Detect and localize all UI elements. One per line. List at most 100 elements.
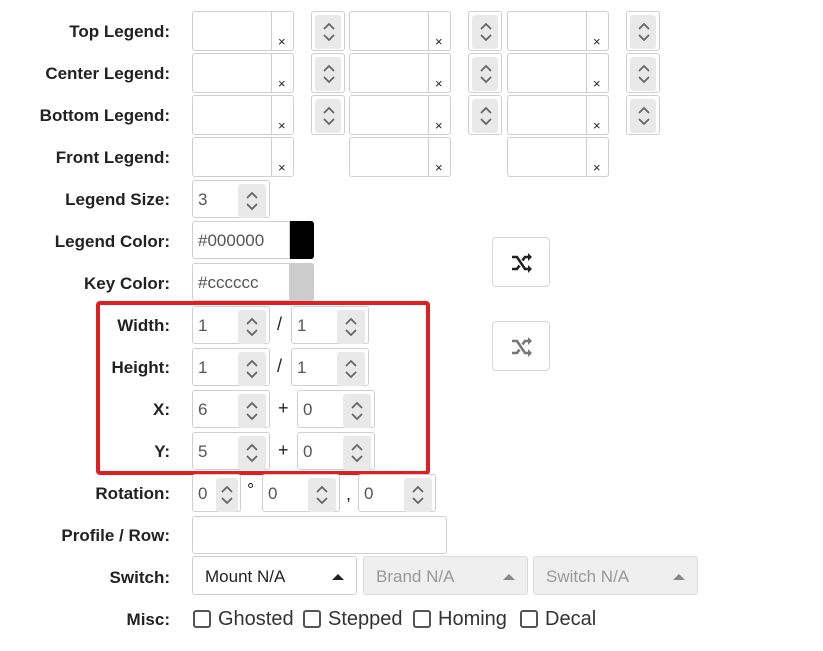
center-legend-label: Center Legend: xyxy=(45,64,170,83)
checkbox-stepped[interactable] xyxy=(303,610,321,628)
rotation-comma: , xyxy=(346,484,352,504)
center-legend-input-3[interactable] xyxy=(507,53,587,93)
spinner-icon[interactable] xyxy=(472,15,498,49)
spinner-icon[interactable] xyxy=(630,15,656,49)
spinner-icon[interactable] xyxy=(238,352,266,386)
x-offset-input[interactable]: 0 xyxy=(297,390,375,428)
spinner-icon[interactable] xyxy=(630,99,656,133)
clear-button[interactable]: × xyxy=(429,95,451,135)
spinner-icon[interactable] xyxy=(238,310,266,344)
spinner-icon[interactable] xyxy=(337,310,365,344)
height-input[interactable]: 1 xyxy=(192,348,270,386)
shuffle-icon xyxy=(512,253,532,273)
switch-mount-select[interactable]: Mount N/A xyxy=(192,556,357,595)
legend-color-swatch[interactable] xyxy=(290,221,314,259)
spinner-icon[interactable] xyxy=(472,99,498,133)
checkbox-decal[interactable] xyxy=(520,610,538,628)
bottom-legend-input-1[interactable] xyxy=(192,95,272,135)
rotation-angle-input[interactable]: 0 xyxy=(192,474,241,512)
profile-row-input[interactable] xyxy=(192,516,447,554)
rotation-x-input[interactable]: 0 xyxy=(262,474,340,512)
clear-button[interactable]: × xyxy=(429,137,451,177)
front-legend-input-2[interactable] xyxy=(349,137,429,177)
rotation-label: Rotation: xyxy=(95,484,170,503)
x-separator: + xyxy=(278,398,289,418)
front-legend-input-1[interactable] xyxy=(192,137,272,177)
spinner-icon[interactable] xyxy=(238,394,266,428)
front-legend-label: Front Legend: xyxy=(55,148,170,167)
clear-button[interactable]: × xyxy=(587,137,609,177)
spinner-icon[interactable] xyxy=(404,478,432,512)
center-legend-input-1[interactable] xyxy=(192,53,272,93)
width-secondary-input[interactable]: 1 xyxy=(291,306,369,344)
spinner-icon[interactable] xyxy=(630,57,656,91)
clear-button[interactable]: × xyxy=(272,11,294,51)
spinner-icon[interactable] xyxy=(216,478,238,512)
switch-type-select[interactable]: Switch N/A xyxy=(533,556,698,595)
misc-label: Misc: xyxy=(126,610,170,629)
spinner-icon[interactable] xyxy=(238,436,266,470)
width-input[interactable]: 1 xyxy=(192,306,270,344)
bottom-legend-size-spinner-1[interactable] xyxy=(311,95,345,135)
y-offset-value: 0 xyxy=(303,442,313,461)
clear-button[interactable]: × xyxy=(587,53,609,93)
spinner-icon[interactable] xyxy=(315,99,341,133)
spinner-icon[interactable] xyxy=(343,394,371,428)
key-color-input[interactable]: #cccccc xyxy=(192,263,290,301)
checkbox-label: Stepped xyxy=(328,608,403,630)
randomize-size-button[interactable] xyxy=(492,321,550,371)
checkbox-ghosted[interactable] xyxy=(193,610,211,628)
top-legend-input-1[interactable] xyxy=(192,11,272,51)
bottom-legend-size-spinner-3[interactable] xyxy=(626,95,660,135)
legend-color-value: #000000 xyxy=(198,231,265,250)
clear-button[interactable]: × xyxy=(272,95,294,135)
key-color-swatch[interactable] xyxy=(290,263,314,301)
bottom-legend-input-3[interactable] xyxy=(507,95,587,135)
clear-button[interactable]: × xyxy=(272,137,294,177)
width-secondary-value: 1 xyxy=(297,316,307,335)
clear-button[interactable]: × xyxy=(587,95,609,135)
y-input[interactable]: 5 xyxy=(192,432,270,470)
spinner-icon[interactable] xyxy=(337,352,365,386)
y-offset-input[interactable]: 0 xyxy=(297,432,375,470)
rotation-y-value: 0 xyxy=(364,484,374,503)
close-icon: × xyxy=(435,76,443,91)
center-legend-size-spinner-3[interactable] xyxy=(626,53,660,93)
center-legend-input-2[interactable] xyxy=(349,53,429,93)
spinner-icon[interactable] xyxy=(343,436,371,470)
width-value: 1 xyxy=(198,316,208,335)
legend-size-input[interactable]: 3 xyxy=(192,180,270,218)
front-legend-input-3[interactable] xyxy=(507,137,587,177)
clear-button[interactable]: × xyxy=(587,11,609,51)
center-legend-size-spinner-1[interactable] xyxy=(311,53,345,93)
randomize-colors-button[interactable] xyxy=(492,237,550,287)
bottom-legend-input-2[interactable] xyxy=(349,95,429,135)
spinner-icon[interactable] xyxy=(315,57,341,91)
legend-color-input[interactable]: #000000 xyxy=(192,221,290,259)
rotation-y-input[interactable]: 0 xyxy=(358,474,436,512)
switch-brand-select[interactable]: Brand N/A xyxy=(363,556,528,595)
x-input[interactable]: 6 xyxy=(192,390,270,428)
top-legend-input-3[interactable] xyxy=(507,11,587,51)
checkbox-homing[interactable] xyxy=(413,610,431,628)
key-color-value: #cccccc xyxy=(198,273,259,292)
legend-color-label: Legend Color: xyxy=(54,232,170,251)
caret-up-icon xyxy=(503,574,515,580)
close-icon: × xyxy=(593,118,601,133)
clear-button[interactable]: × xyxy=(272,53,294,93)
top-legend-size-spinner-1[interactable] xyxy=(311,11,345,51)
top-legend-input-2[interactable] xyxy=(349,11,429,51)
clear-button[interactable]: × xyxy=(429,53,451,93)
top-legend-size-spinner-2[interactable] xyxy=(468,11,502,51)
clear-button[interactable]: × xyxy=(429,11,451,51)
y-value: 5 xyxy=(198,442,208,461)
top-legend-size-spinner-3[interactable] xyxy=(626,11,660,51)
checkbox-label: Ghosted xyxy=(218,608,294,630)
center-legend-size-spinner-2[interactable] xyxy=(468,53,502,93)
spinner-icon[interactable] xyxy=(308,478,336,512)
bottom-legend-size-spinner-2[interactable] xyxy=(468,95,502,135)
spinner-icon[interactable] xyxy=(238,184,266,218)
spinner-icon[interactable] xyxy=(315,15,341,49)
spinner-icon[interactable] xyxy=(472,57,498,91)
height-secondary-input[interactable]: 1 xyxy=(291,348,369,386)
